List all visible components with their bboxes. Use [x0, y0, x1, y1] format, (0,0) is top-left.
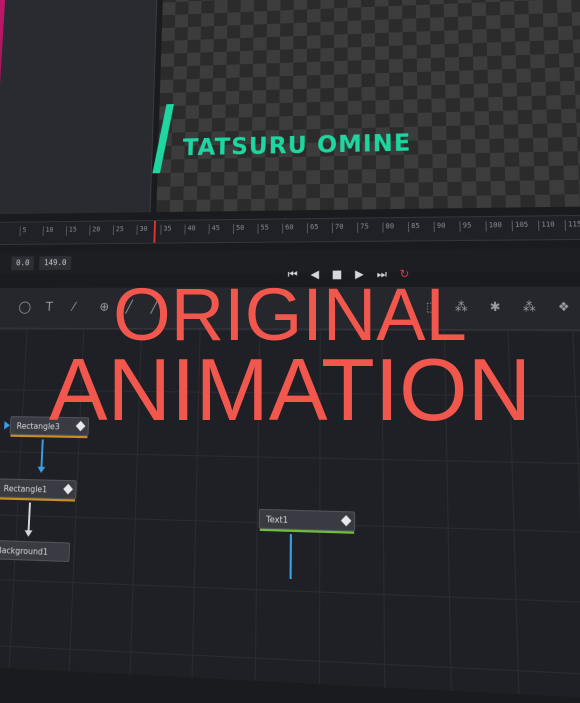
ruler-tick: 15 [69, 226, 77, 234]
clip-strip [0, 0, 6, 214]
arrow-down-icon [37, 467, 45, 474]
ruler-tick: 115 [568, 220, 580, 228]
ruler-tick: 110 [541, 220, 555, 228]
ruler-tick: 5 [22, 226, 26, 234]
end-time-field[interactable]: 149.0 [39, 256, 72, 270]
ruler-tick: 75 [360, 222, 369, 230]
node-background1[interactable]: Background1 [0, 540, 70, 562]
ruler-tick: 65 [310, 223, 318, 231]
ruler-tick: 95 [463, 221, 472, 229]
ruler-tick: 70 [335, 223, 343, 231]
ruler-tick: 85 [411, 222, 420, 230]
ruler-tick: 20 [92, 226, 100, 234]
node-status-bar [260, 529, 354, 534]
ruler-tick: 100 [489, 221, 502, 229]
playhead[interactable] [153, 221, 156, 243]
node-rectangle1[interactable]: Rectangle1 [0, 478, 77, 499]
ruler-tick: 80 [385, 222, 394, 230]
ruler-tick: 30 [139, 225, 147, 233]
node-label: Text1 [266, 515, 288, 526]
start-time-field[interactable]: 0.0 [11, 256, 34, 270]
node-label: Background1 [0, 545, 48, 557]
ruler-tick: 25 [116, 225, 124, 233]
left-panel [0, 0, 158, 214]
diamond-icon [341, 515, 351, 526]
headline-line-2: ANIMATION [0, 344, 580, 436]
ruler-tick: 60 [285, 223, 293, 231]
node-status-bar [0, 497, 75, 501]
ruler-tick: 45 [212, 224, 220, 232]
ruler-tick: 90 [437, 222, 446, 230]
ruler-tick: 40 [187, 224, 195, 232]
node-label: Rectangle1 [3, 484, 47, 495]
connection-wire [40, 439, 43, 466]
ruler-tick: 10 [45, 226, 53, 234]
arrow-down-icon [24, 530, 32, 537]
timeline-ruler[interactable]: 5 10 15 20 25 30 35 40 45 50 55 60 65 70 75 80 85 90 95 100… [0, 214, 580, 245]
ruler-tick: 55 [260, 224, 268, 232]
diamond-icon [63, 484, 73, 495]
viewer-canvas[interactable] [156, 0, 580, 212]
ruler-tick: 105 [515, 221, 529, 229]
lower-third-title: TATSURU OMINE [182, 129, 411, 161]
connection-wire [290, 534, 292, 579]
node-text1[interactable]: Text1 [259, 509, 355, 532]
ruler-tick: 35 [163, 225, 171, 233]
connection-wire [28, 502, 31, 530]
ruler-tick: 50 [236, 224, 244, 232]
